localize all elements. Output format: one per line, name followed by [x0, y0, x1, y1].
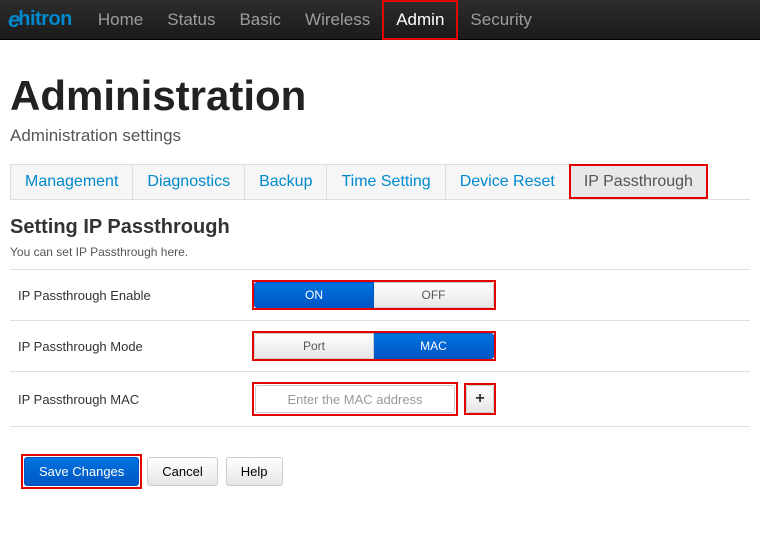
save-changes-button[interactable]: Save Changes	[24, 457, 139, 486]
nav-wireless[interactable]: Wireless	[293, 0, 382, 40]
brand-logo: e hitron	[8, 7, 72, 33]
nav-basic[interactable]: Basic	[227, 0, 293, 40]
enable-on-button[interactable]: ON	[254, 282, 374, 308]
add-button-wrap: +	[466, 385, 494, 413]
mode-port-button[interactable]: Port	[254, 333, 374, 359]
enable-off-button[interactable]: OFF	[374, 282, 494, 308]
admin-tabs: Management Diagnostics Backup Time Setti…	[10, 164, 750, 200]
setting-label-mode: IP Passthrough Mode	[18, 339, 254, 354]
section-description: You can set IP Passthrough here.	[10, 245, 750, 259]
section-title: Setting IP Passthrough	[10, 216, 750, 239]
help-button[interactable]: Help	[226, 457, 283, 486]
nav-status[interactable]: Status	[155, 0, 227, 40]
setting-label-enable: IP Passthrough Enable	[18, 288, 254, 303]
add-mac-button[interactable]: +	[466, 385, 494, 413]
setting-control-mac: +	[254, 384, 494, 414]
nav-security[interactable]: Security	[458, 0, 543, 40]
tab-device-reset[interactable]: Device Reset	[445, 164, 569, 199]
tab-backup[interactable]: Backup	[244, 164, 326, 199]
enable-toggle-group: ON OFF	[254, 282, 494, 308]
save-button-highlight: Save Changes	[24, 457, 139, 486]
cancel-button[interactable]: Cancel	[147, 457, 217, 486]
plus-icon: +	[475, 390, 484, 408]
nav-home[interactable]: Home	[86, 0, 155, 40]
footer-buttons: Save Changes Cancel Help	[10, 427, 750, 486]
settings-table: IP Passthrough Enable ON OFF IP Passthro…	[10, 269, 750, 427]
setting-row-mac: IP Passthrough MAC +	[10, 372, 750, 427]
mode-mac-button[interactable]: MAC	[374, 333, 494, 359]
mode-toggle-group: Port MAC	[254, 333, 494, 359]
mac-address-input[interactable]	[255, 385, 455, 413]
tab-diagnostics[interactable]: Diagnostics	[132, 164, 244, 199]
mac-input-wrap	[254, 384, 456, 414]
top-navbar: e hitron Home Status Basic Wireless Admi…	[0, 0, 760, 40]
setting-row-mode: IP Passthrough Mode Port MAC	[10, 321, 750, 372]
setting-control-mode: Port MAC	[254, 333, 494, 359]
tab-management[interactable]: Management	[10, 164, 132, 199]
main-content: Administration Administration settings M…	[0, 40, 760, 502]
tab-ip-passthrough[interactable]: IP Passthrough	[569, 164, 708, 199]
setting-control-enable: ON OFF	[254, 282, 494, 308]
tab-time-setting[interactable]: Time Setting	[326, 164, 444, 199]
setting-row-enable: IP Passthrough Enable ON OFF	[10, 270, 750, 321]
nav-admin[interactable]: Admin	[382, 0, 458, 40]
setting-label-mac: IP Passthrough MAC	[18, 392, 254, 407]
brand-text: hitron	[18, 8, 72, 31]
page-title: Administration	[10, 72, 750, 120]
page-subtitle: Administration settings	[10, 126, 750, 146]
